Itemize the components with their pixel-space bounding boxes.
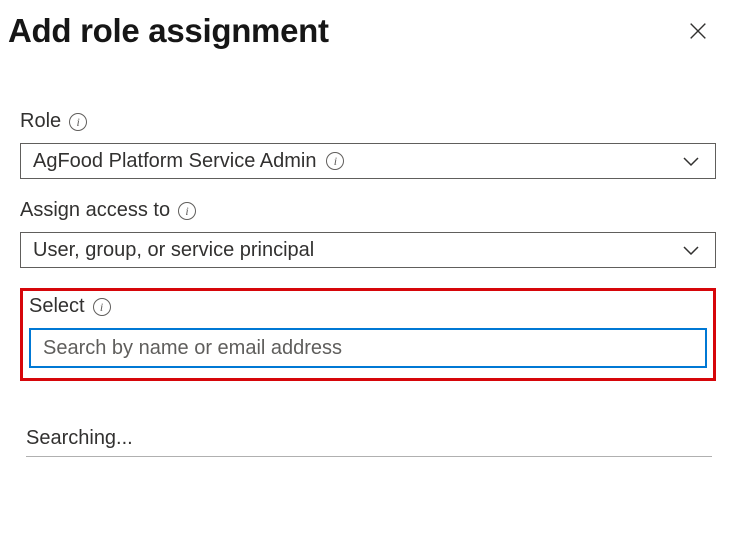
- role-dropdown[interactable]: AgFood Platform Service Admin i: [20, 143, 716, 179]
- assign-access-dropdown-value: User, group, or service principal: [33, 239, 679, 262]
- assign-access-label: Assign access to: [20, 199, 170, 222]
- select-label-row: Select i: [29, 295, 707, 318]
- chevron-down-icon: [679, 238, 703, 262]
- role-field: Role i AgFood Platform Service Admin i: [20, 110, 716, 179]
- close-button[interactable]: [684, 17, 712, 45]
- role-dropdown-value: AgFood Platform Service Admin i: [33, 150, 679, 173]
- panel-title: Add role assignment: [8, 12, 329, 50]
- close-icon: [687, 20, 709, 42]
- assign-access-label-row: Assign access to i: [20, 199, 716, 222]
- assign-access-selected-text: User, group, or service principal: [33, 239, 314, 262]
- form-body: Role i AgFood Platform Service Admin i A…: [0, 110, 736, 457]
- panel-header: Add role assignment: [0, 0, 736, 50]
- search-status-text: Searching...: [26, 427, 712, 457]
- info-icon[interactable]: i: [178, 202, 196, 220]
- select-search-input[interactable]: [29, 328, 707, 368]
- role-label: Role: [20, 110, 61, 133]
- assign-access-dropdown[interactable]: User, group, or service principal: [20, 232, 716, 268]
- role-label-row: Role i: [20, 110, 716, 133]
- info-icon[interactable]: i: [326, 152, 344, 170]
- search-status-section: Searching...: [20, 427, 716, 457]
- info-icon[interactable]: i: [69, 113, 87, 131]
- assign-access-field: Assign access to i User, group, or servi…: [20, 199, 716, 268]
- select-field-highlighted: Select i: [20, 288, 716, 381]
- role-selected-text: AgFood Platform Service Admin: [33, 150, 316, 173]
- info-icon[interactable]: i: [93, 298, 111, 316]
- select-label: Select: [29, 295, 85, 318]
- chevron-down-icon: [679, 149, 703, 173]
